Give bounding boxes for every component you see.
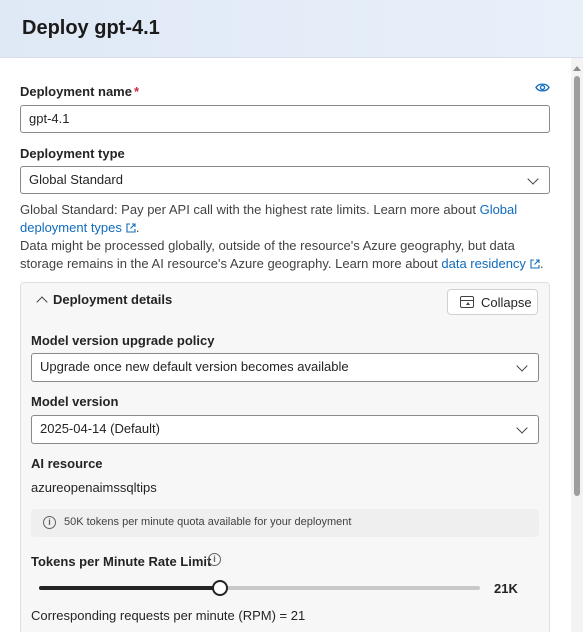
- data-residency-link[interactable]: data residency: [441, 256, 526, 271]
- tpm-slider-value: 21K: [494, 581, 518, 596]
- upgrade-policy-value: Upgrade once new default version becomes…: [40, 359, 349, 374]
- ai-resource-value: azureopenaimssqltips: [31, 480, 157, 495]
- deployment-details-title[interactable]: Deployment details: [53, 292, 172, 307]
- ai-resource-label: AI resource: [31, 456, 103, 471]
- model-version-value: 2025-04-14 (Default): [40, 421, 160, 436]
- deployment-name-label: Deployment name *: [20, 84, 139, 99]
- upgrade-policy-select[interactable]: Upgrade once new default version becomes…: [31, 353, 539, 382]
- deployment-type-value: Global Standard: [29, 172, 123, 187]
- tpm-slider-fill: [39, 586, 220, 590]
- tpm-slider[interactable]: [39, 580, 480, 596]
- scrollbar-thumb[interactable]: [574, 76, 580, 496]
- dialog-title: Deploy gpt-4.1: [22, 17, 160, 39]
- external-link-icon: [530, 259, 540, 269]
- collapse-icon: [460, 296, 474, 308]
- model-version-label: Model version: [31, 394, 119, 409]
- tpm-label: Tokens per Minute Rate Limit: [31, 554, 212, 569]
- scrollbar[interactable]: [571, 58, 583, 632]
- scroll-up-icon[interactable]: [573, 66, 581, 71]
- chevron-down-icon: [527, 173, 539, 185]
- dialog-content: Deployment name * gpt-4.1 Deployment type…: [0, 58, 571, 632]
- chevron-down-icon: [516, 422, 528, 434]
- quota-info-banner: i 50K tokens per minute quota available …: [31, 509, 539, 537]
- help-text-1: Global Standard: Pay per API call with t…: [20, 202, 480, 217]
- deployment-type-label: Deployment type: [20, 146, 125, 161]
- model-version-select[interactable]: 2025-04-14 (Default): [31, 415, 539, 444]
- collapse-button[interactable]: Collapse: [447, 289, 538, 315]
- rpm-text: Corresponding requests per minute (RPM) …: [31, 608, 306, 623]
- collapse-label: Collapse: [481, 295, 532, 310]
- deployment-type-help-2: Data might be processed globally, outsid…: [20, 237, 555, 273]
- eye-icon[interactable]: [535, 82, 550, 93]
- help-suffix-1: .: [135, 220, 140, 235]
- chevron-down-icon: [516, 360, 528, 372]
- info-icon: i: [43, 516, 56, 529]
- tpm-slider-thumb[interactable]: [211, 580, 228, 596]
- deployment-name-input[interactable]: gpt-4.1: [20, 105, 550, 133]
- help-suffix-2: .: [539, 256, 544, 271]
- required-mark: *: [133, 84, 140, 99]
- quota-info-text: 50K tokens per minute quota available fo…: [64, 516, 352, 528]
- deployment-type-select[interactable]: Global Standard: [20, 166, 550, 194]
- deployment-type-help-1: Global Standard: Pay per API call with t…: [20, 201, 555, 237]
- info-icon[interactable]: i: [208, 553, 221, 566]
- upgrade-policy-label: Model version upgrade policy: [31, 333, 215, 348]
- deployment-name-label-text: Deployment name: [20, 84, 132, 99]
- external-link-icon: [126, 223, 136, 233]
- dialog-header: Deploy gpt-4.1: [0, 0, 583, 58]
